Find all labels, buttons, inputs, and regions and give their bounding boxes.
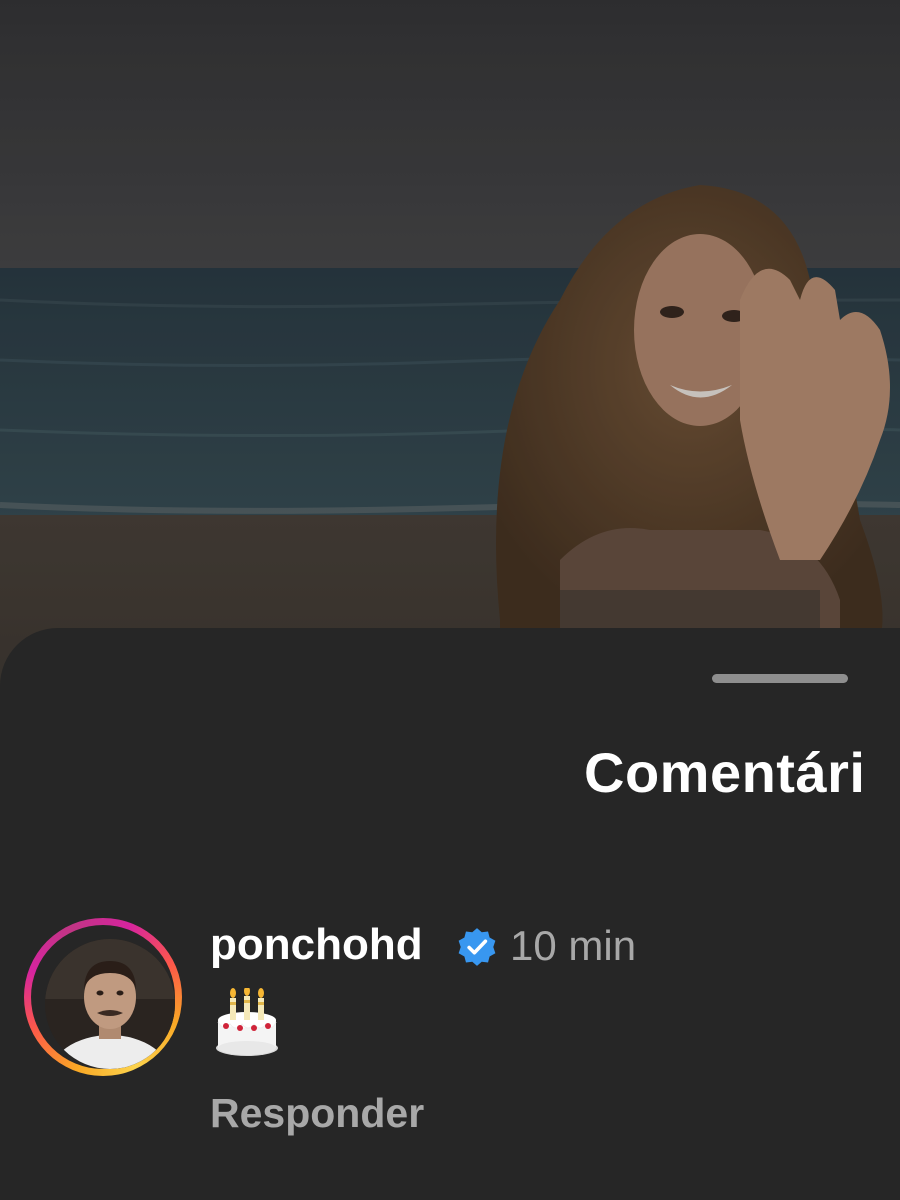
reply-button[interactable]: Responder [210, 1090, 424, 1137]
story-ring-avatar[interactable] [24, 918, 182, 1076]
comment-username[interactable]: ponchohd [210, 920, 423, 970]
verified-badge-icon [458, 928, 496, 966]
comment-timestamp: 10 min [510, 922, 637, 969]
comments-sheet [0, 628, 900, 1200]
sheet-title: Comentári [584, 741, 866, 804]
story-comments-screen: Comentári ponchohd 10 min Responder [0, 0, 900, 1200]
birthday-cake-emoji [216, 988, 278, 1056]
avatar [45, 939, 175, 1069]
sheet-drag-handle[interactable] [712, 674, 848, 683]
